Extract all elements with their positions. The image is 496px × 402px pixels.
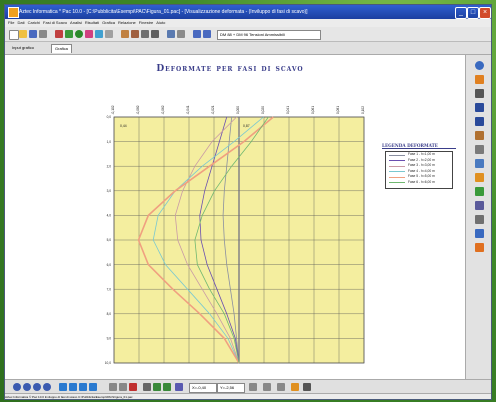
legend-label: Fase 6 - h=6,00 m	[408, 179, 435, 184]
x-tick-label: 0,061	[311, 106, 315, 114]
x-tick-label: 0,081	[336, 106, 340, 114]
x-range-label: 0,87	[243, 124, 250, 128]
x-tick-label: -0,102	[111, 105, 115, 114]
y-tick-label: 3,0	[107, 189, 112, 193]
legend-swatch	[389, 171, 405, 172]
y-tick-label: 1,0	[107, 140, 112, 144]
y-tick-label: 0,0	[107, 115, 112, 119]
x-tick-label: -0,082	[136, 105, 140, 114]
x-tick-label: 0,102	[361, 106, 365, 114]
y-tick-label: 8,0	[107, 312, 112, 316]
legend-swatch	[389, 176, 405, 178]
x-tick-label: -0,041	[186, 105, 190, 114]
legend-swatch	[389, 182, 405, 183]
y-tick-label: 9,0	[107, 337, 112, 341]
legend-swatch	[389, 165, 405, 167]
x-tick-label: -0,062	[161, 105, 165, 114]
y-tick-label: 10,0	[105, 361, 111, 365]
x-range-label: 0,44	[120, 124, 127, 128]
legend-title: Legenda deformate	[382, 143, 456, 149]
x-tick-label: 0,000	[236, 106, 240, 114]
y-tick-label: 2,0	[107, 164, 112, 168]
legend-box: Fase 1 - h=1,00 m Fase 2 - h=2,00 m Fase 3…	[385, 151, 453, 189]
legend-entry: Fase 6 - h=6,00 m	[386, 180, 452, 186]
legend-swatch	[389, 154, 405, 156]
x-tick-label: -0,021	[211, 105, 215, 114]
y-tick-label: 5,0	[107, 238, 112, 242]
legend: Legenda deformate Fase 1 - h=1,00 m Fase …	[382, 143, 456, 189]
y-tick-label: 6,0	[107, 263, 112, 267]
y-tick-label: 4,0	[107, 214, 112, 218]
x-tick-label: 0,041	[286, 106, 290, 114]
x-tick-label: 0,020	[261, 106, 265, 114]
legend-swatch	[389, 160, 405, 161]
deformation-chart: -0,102 -0,082 -0,062 -0,041 -0,021 0,000 0,020…	[105, 105, 365, 365]
y-tick-label: 7,0	[107, 287, 112, 291]
